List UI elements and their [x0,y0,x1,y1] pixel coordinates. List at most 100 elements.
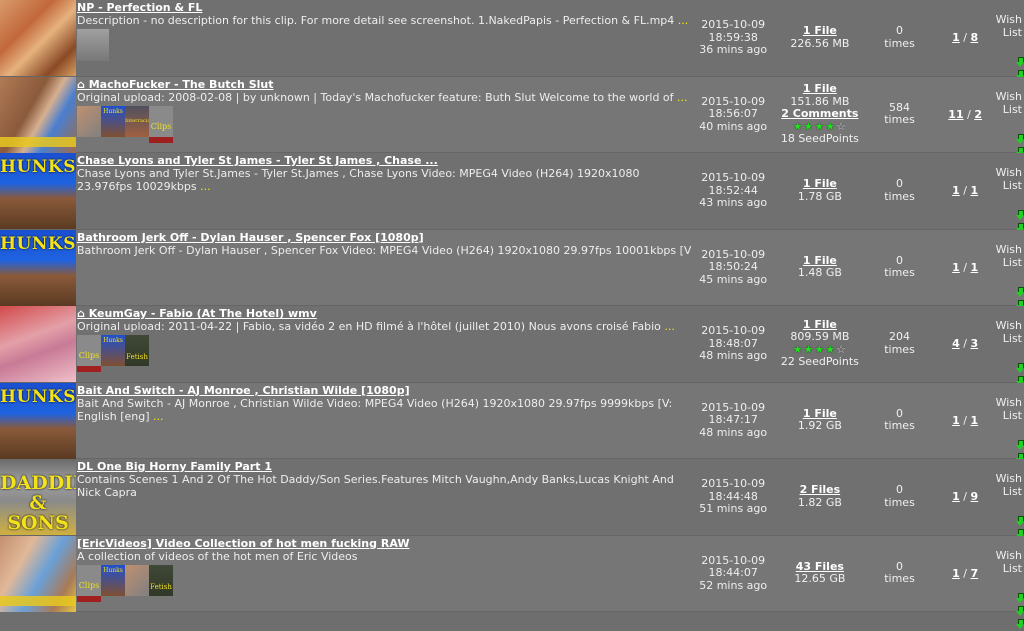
wishlist: Wish List [996,306,1024,399]
category-icon-interracial[interactable]: Interracial [125,105,149,137]
file-info: 1 File 151.86 MB 2 Comments ★★★★☆ 18 See… [775,82,864,146]
file-info: 43 Files 12.65 GB [775,560,864,586]
wishlist: Wish List [995,0,1024,93]
torrent-title-link[interactable]: Chase Lyons and Tyler St James - Tyler S… [77,154,691,167]
category-icon-blurred[interactable] [77,105,101,137]
torrent-row: HUNKS Chase Lyons and Tyler St James - T… [0,153,1024,246]
torrent-row: NP - Perfection & FL Description - no de… [0,0,1024,93]
snatched-count: 204 times [884,330,915,356]
category-icons: Clips Hunks Fetish [77,564,691,602]
seeders-link[interactable]: 4 [952,337,960,350]
upload-date: 2015-10-09 18:44:48 51 mins ago [699,477,768,515]
peers: 1 / 1 [952,413,979,427]
files-link[interactable]: 1 File [775,178,864,191]
peers: 1 / 9 [952,490,979,504]
category-icon-clips[interactable]: Clips [149,105,173,143]
category-icon-fetish[interactable]: Fetish [125,335,149,366]
more-link[interactable]: ... [664,320,675,333]
poster-thumbnail[interactable]: DADDIES & SONS [0,459,76,535]
torrent-title-link[interactable]: NP - Perfection & FL [77,1,691,14]
category-icon-clips[interactable]: Clips [77,564,101,602]
torrent-description: Original upload: 2011-04-22 | Fabio, sa … [77,320,675,333]
peers: 1 / 8 [952,31,979,45]
torrent-title-link[interactable]: Bathroom Jerk Off - Dylan Hauser , Spenc… [77,231,691,244]
torrent-title-link[interactable]: ⌂ KeumGay - Fabio (At The Hotel) wmv [77,307,691,320]
file-info: 1 File 1.48 GB [775,254,864,280]
torrent-description: Bathroom Jerk Off - Dylan Hauser , Spenc… [77,243,691,257]
seedpoints: 22 SeedPoints [780,355,859,369]
category-icon-clips[interactable]: Clips [77,335,101,372]
torrent-title-link[interactable]: Bait And Switch - AJ Monroe , Christian … [77,384,691,397]
leechers-link[interactable]: 3 [970,337,978,350]
snatched-count: 0 times [884,406,915,433]
wishlist: Wish List [996,153,1024,246]
poster-thumbnail[interactable] [0,306,76,382]
wishlist-label: Wish List [995,89,1022,116]
category-icon-hunks[interactable]: Hunks [101,105,125,137]
more-link[interactable]: ... [678,14,689,27]
torrent-description: A collection of videos of the hot men of… [77,549,358,563]
seeders-link[interactable]: 1 [952,414,960,427]
leechers-link[interactable]: 1 [970,261,978,274]
leechers-link[interactable]: 7 [970,567,978,580]
more-link[interactable]: ... [677,91,688,104]
category-icons: Clips Hunks Fetish [77,335,691,372]
leechers-link[interactable]: 9 [970,490,978,503]
wishlist-label: Wish List [995,13,1022,39]
torrent-list: NP - Perfection & FL Description - no de… [0,0,1024,629]
wishlist-label: Wish List [995,472,1022,498]
poster-thumbnail[interactable] [0,76,76,153]
poster-thumbnail[interactable] [0,535,76,612]
peers: 1 / 1 [952,260,979,274]
seeders-link[interactable]: 1 [952,184,960,197]
peers: 4 / 3 [952,337,979,351]
files-link[interactable]: 1 File [775,82,864,96]
download-arrows-icon[interactable] [996,592,1024,631]
torrent-row: ⌂ MachoFucker - The Butch Slut Original … [0,76,1024,170]
files-link[interactable]: 1 File [775,25,864,38]
category-icon-blurred[interactable] [125,564,149,596]
seeders-link[interactable]: 1 [952,261,960,274]
torrent-title-link[interactable]: DL One Big Horny Family Part 1 [77,460,691,473]
more-link[interactable]: ... [200,180,211,193]
upload-date: 2015-10-09 18:59:38 36 mins ago [699,18,768,56]
torrent-description: Chase Lyons and Tyler St.James - Tyler S… [77,167,640,193]
seeders-link[interactable]: 1 [952,490,960,503]
poster-thumbnail[interactable]: HUNKS [0,229,76,306]
category-icons [77,29,691,61]
torrent-description: Contains Scenes 1 And 2 Of The Hot Daddy… [77,473,674,499]
poster-thumbnail[interactable]: HUNKS [0,382,76,459]
category-icon-hunks[interactable]: Hunks [101,564,125,596]
torrent-info: DL One Big Horny Family Part 1 Contains … [76,459,691,535]
seeders-link[interactable]: 1 [952,567,960,580]
poster-thumbnail[interactable] [0,0,76,76]
file-info: 1 File 1.92 GB [775,407,864,433]
category-icon-fetish[interactable]: Fetish [149,564,173,596]
torrent-info: Chase Lyons and Tyler St James - Tyler S… [76,153,691,229]
seeders-link[interactable]: 11 [948,108,963,121]
leechers-link[interactable]: 8 [970,31,978,44]
file-size: 12.65 GB [794,572,846,586]
torrent-title-link[interactable]: ⌂ MachoFucker - The Butch Slut [77,78,691,91]
torrent-description: Bait And Switch - AJ Monroe , Christian … [77,396,673,423]
wishlist-label: Wish List [995,395,1022,422]
category-icon-hunks[interactable]: Hunks [101,335,125,366]
file-info: 1 File 1.78 GB [775,178,864,203]
wishlist-label: Wish List [995,548,1022,575]
snatched-count: 0 times [884,177,915,203]
more-link[interactable]: ... [153,410,164,423]
category-icon-screenshot[interactable] [77,29,109,61]
wishlist: Wish List [995,383,1024,476]
upload-date: 2015-10-09 18:44:07 52 mins ago [699,553,768,592]
upload-date: 2015-10-09 18:48:07 48 mins ago [699,324,768,362]
upload-date: 2015-10-09 18:56:07 40 mins ago [699,94,768,133]
seeders-link[interactable]: 1 [952,31,960,44]
poster-thumbnail[interactable]: HUNKS [0,153,76,229]
files-link[interactable]: 2 Files [775,484,864,497]
peers: 1 / 1 [952,184,979,198]
leechers-link[interactable]: 1 [970,184,978,197]
torrent-title-link[interactable]: [EricVideos] Video Collection of hot men… [77,537,691,550]
leechers-link[interactable]: 2 [974,108,982,121]
file-size: 1.92 GB [797,419,842,433]
leechers-link[interactable]: 1 [970,414,978,427]
